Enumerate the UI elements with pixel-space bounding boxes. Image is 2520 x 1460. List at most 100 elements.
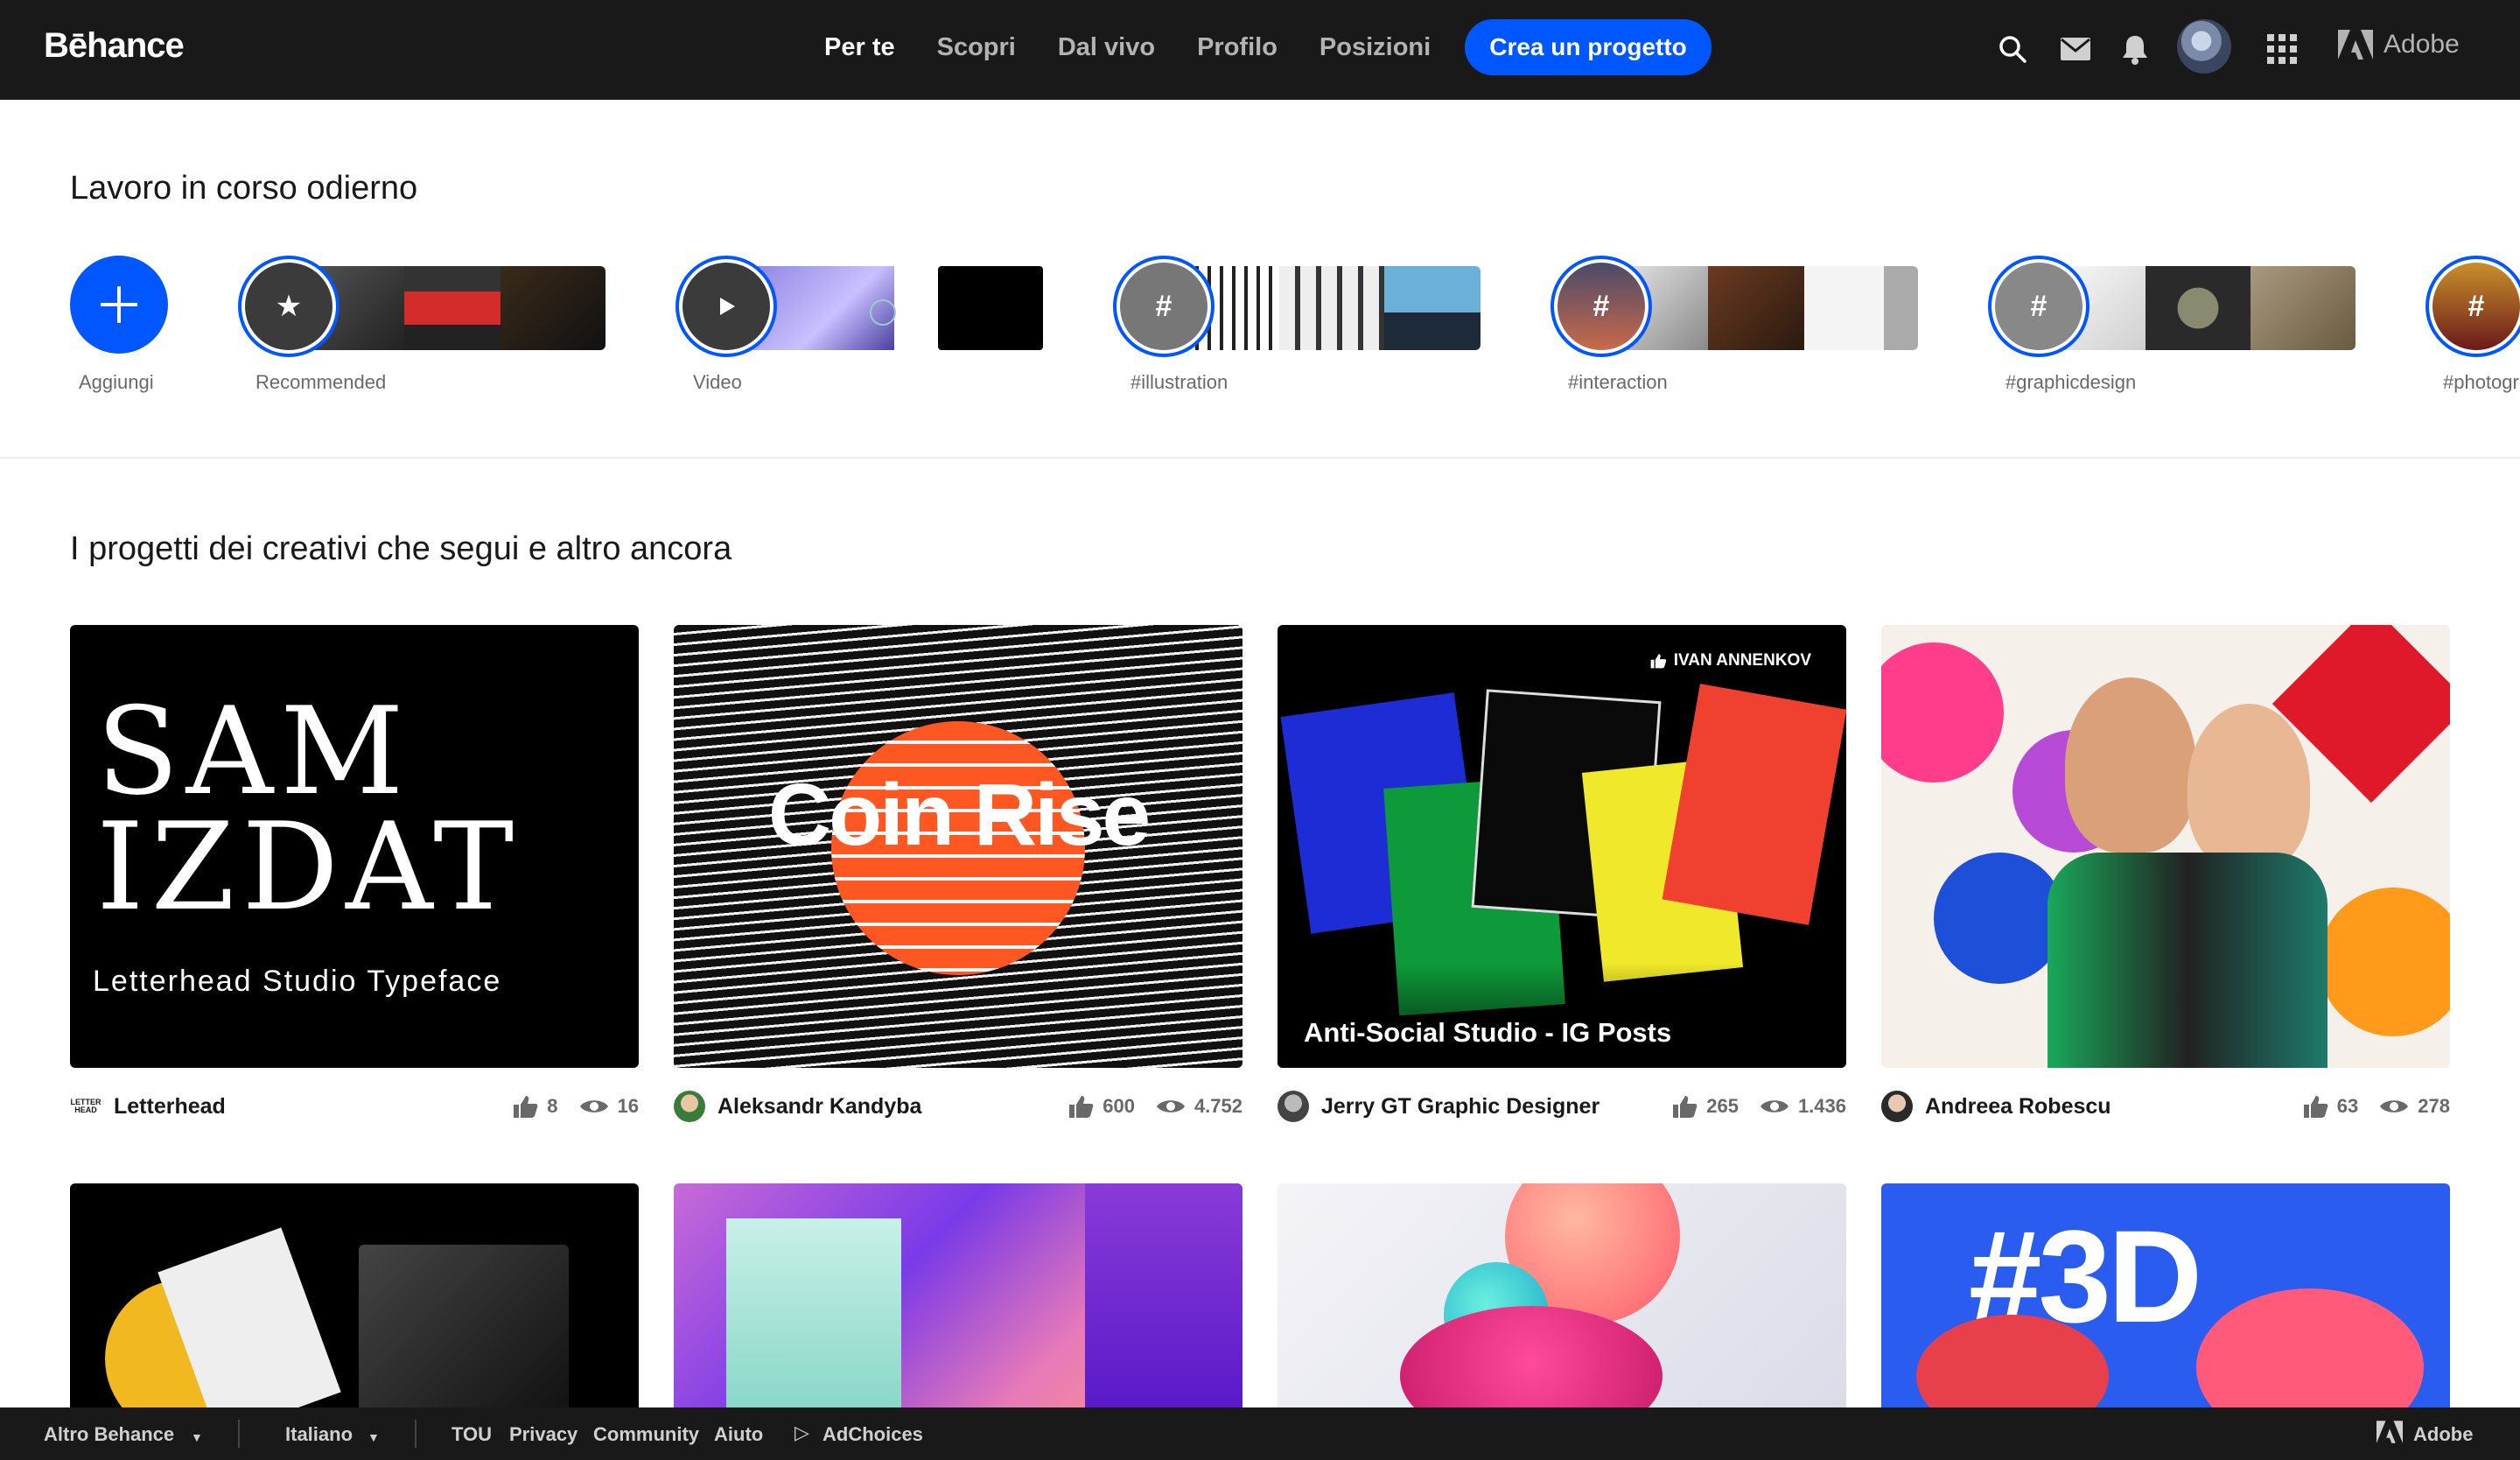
story-thumbnails <box>299 266 606 350</box>
project-stats: 265 1.436 <box>1671 1087 1846 1126</box>
poster-red <box>1662 684 1846 925</box>
views-count: 1.436 <box>1797 1095 1846 1117</box>
story-label: Video <box>693 371 742 393</box>
owner-name[interactable]: Aleksandr Kandyba <box>718 1094 921 1120</box>
section-title-today: Lavoro in corso odierno <box>70 170 418 207</box>
star-icon: ★ <box>245 263 332 350</box>
apps-grid-icon[interactable] <box>2264 32 2300 67</box>
bell-icon[interactable] <box>2118 32 2152 67</box>
story-thumbnail-black <box>938 266 1043 350</box>
nav-dal-vivo[interactable]: Dal vivo <box>1058 28 1155 67</box>
sphere-pink <box>1400 1306 1662 1407</box>
thumbs-up-icon <box>514 1096 538 1118</box>
footer-link-privacy[interactable]: Privacy <box>509 1423 578 1446</box>
cover-gradient <box>1278 963 1846 1068</box>
eye-icon <box>2380 1100 2409 1113</box>
cover-subtitle: Letterhead Studio Typeface <box>93 965 502 998</box>
project-stats: 8 16 <box>512 1087 639 1126</box>
face-right <box>2188 704 2310 870</box>
cover-title: SAM <box>96 681 411 822</box>
adobe-label: Adobe <box>2384 30 2460 59</box>
project-meta: Aleksandr Kandyba 600 4.752 <box>674 1087 1242 1126</box>
owner-avatar[interactable] <box>1881 1091 1913 1122</box>
nav-per-te[interactable]: Per te <box>824 28 895 67</box>
story-label: #illustration <box>1130 371 1228 393</box>
add-story-label: Aggiungi <box>79 371 154 393</box>
clothes-shape <box>2048 853 2328 1068</box>
likes-count: 8 <box>547 1095 558 1117</box>
shape-blue <box>1934 853 2065 984</box>
top-navigation-bar: Bēhance Per te Scopri Dal vivo Profilo P… <box>0 0 2520 100</box>
footer-language[interactable]: Italiano <box>285 1423 353 1446</box>
play-icon <box>682 263 770 350</box>
owner-avatar[interactable] <box>1278 1091 1309 1122</box>
views-count: 278 <box>2418 1095 2450 1117</box>
behance-logo[interactable]: Bēhance <box>44 26 185 66</box>
eye-icon <box>1156 1100 1185 1113</box>
adchoices-icon: ▷ <box>794 1421 809 1443</box>
thumbs-up-icon <box>1069 1096 1094 1118</box>
eye-icon <box>579 1100 608 1113</box>
footer-more-behance[interactable]: Altro Behance <box>44 1423 174 1446</box>
cover-title: IZDAT <box>96 797 522 937</box>
project-cover-row2-1[interactable] <box>70 1183 639 1407</box>
owner-badge: LETTER HEAD <box>70 1091 102 1122</box>
hashtag-icon: # <box>2432 263 2520 350</box>
character-pink <box>2196 1288 2424 1407</box>
owner-name[interactable]: Andreea Robescu <box>1925 1094 2111 1120</box>
add-story-button[interactable] <box>70 256 168 354</box>
footer-link-tou[interactable]: TOU <box>452 1423 492 1446</box>
story-thumbnails <box>1174 266 1480 350</box>
thumbs-up-icon <box>1650 654 1666 669</box>
user-avatar[interactable] <box>2177 19 2231 74</box>
hashtag-icon: # <box>1995 263 2082 350</box>
search-icon[interactable] <box>1995 32 2030 67</box>
shape-tower <box>1085 1183 1242 1407</box>
adobe-logo-icon <box>2338 30 2373 60</box>
hashtag-icon: # <box>1558 263 1645 350</box>
face-left <box>2065 677 2196 853</box>
project-cover-row2-3[interactable] <box>1278 1183 1846 1407</box>
shape-steps <box>726 1218 901 1407</box>
story-label: #interaction <box>1568 371 1668 393</box>
project-cover-illustration[interactable] <box>1881 625 2450 1068</box>
project-cover-row2-4[interactable]: #3D <box>1881 1183 2450 1407</box>
project-stats: 600 4.752 <box>1068 1087 1242 1126</box>
story-label: #photogr <box>2443 371 2519 393</box>
adobe-link[interactable]: Adobe <box>2338 30 2460 60</box>
section-divider <box>0 457 2520 459</box>
footer-link-help[interactable]: Aiuto <box>714 1423 763 1446</box>
mail-icon[interactable] <box>2058 32 2093 67</box>
shape-pink <box>1881 642 2004 783</box>
nav-profilo[interactable]: Profilo <box>1197 28 1278 67</box>
owner-name[interactable]: Letterhead <box>114 1094 226 1120</box>
views-count: 16 <box>617 1095 639 1117</box>
thumbs-up-icon <box>1673 1096 1698 1118</box>
create-project-button[interactable]: Crea un progetto <box>1465 19 1712 75</box>
nav-scopri[interactable]: Scopri <box>937 28 1016 67</box>
thumbs-up-icon <box>2303 1096 2328 1118</box>
likes-count: 600 <box>1102 1095 1135 1117</box>
story-label: #graphicdesign <box>2006 371 2137 393</box>
footer-adchoices[interactable]: AdChoices <box>822 1423 923 1446</box>
shape-orange <box>2319 888 2450 1036</box>
cover-title: Anti-Social Studio - IG Posts <box>1304 1017 1672 1048</box>
footer-link-community[interactable]: Community <box>593 1423 699 1446</box>
story-label: Recommended <box>256 371 387 393</box>
plus-icon <box>101 286 137 323</box>
project-meta: Andreea Robescu 63 278 <box>1881 1087 2450 1126</box>
project-cover-coin-rise[interactable]: Coin Rise <box>674 625 1242 1068</box>
featured-badge: IVAN ANNENKOV <box>1649 651 1811 670</box>
project-cover-row2-2[interactable] <box>674 1183 1242 1407</box>
owner-name[interactable]: Jerry GT Graphic Designer <box>1321 1094 1600 1120</box>
likes-count: 265 <box>1706 1095 1739 1117</box>
nav-posizioni[interactable]: Posizioni <box>1320 28 1431 67</box>
main-nav: Per te Scopri Dal vivo Profilo Posizioni <box>824 28 1473 67</box>
footer-adobe[interactable]: Adobe <box>2413 1423 2473 1446</box>
project-cover-anti-social[interactable]: IVAN ANNENKOV Anti-Social Studio - IG Po… <box>1278 625 1846 1068</box>
owner-avatar[interactable] <box>674 1091 705 1122</box>
project-cover-samizdat[interactable]: SAM IZDAT Letterhead Studio Typeface <box>70 625 639 1068</box>
section-title-projects: I progetti dei creativi che segui e altr… <box>70 530 732 567</box>
project-meta: LETTER HEAD Letterhead 8 16 <box>70 1087 639 1126</box>
cover-title: Coin Rise <box>767 766 1151 864</box>
